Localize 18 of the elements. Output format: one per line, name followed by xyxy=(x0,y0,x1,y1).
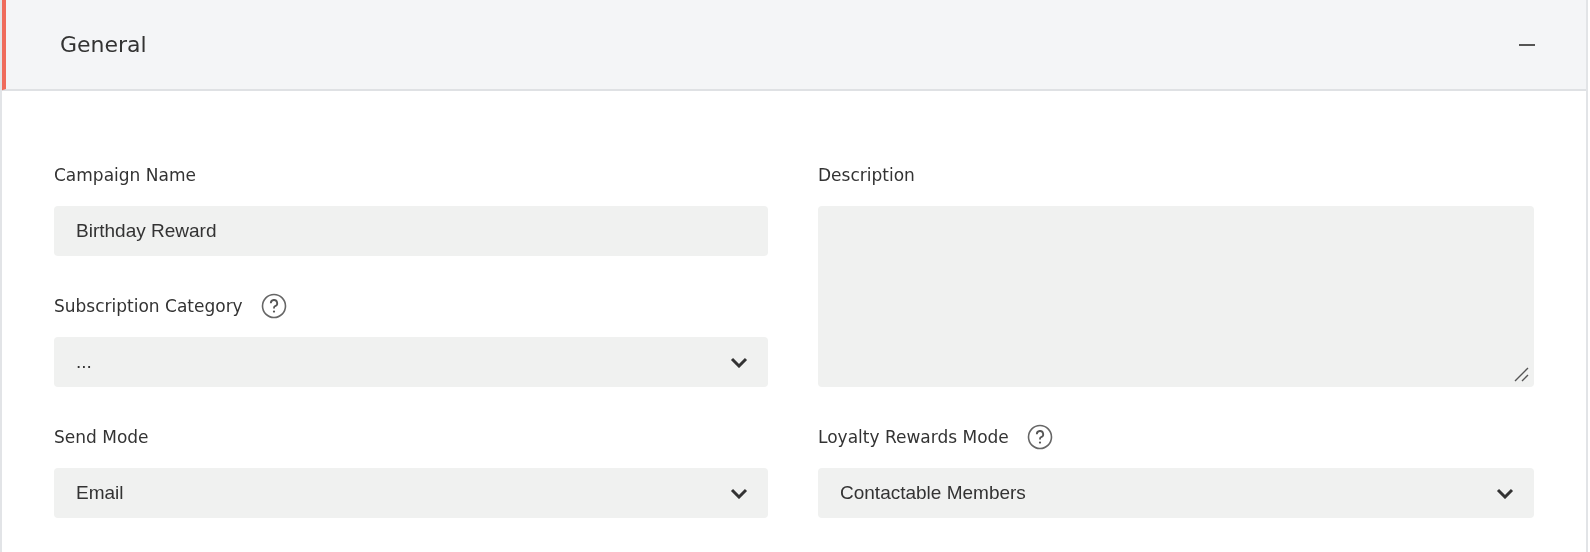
help-icon[interactable] xyxy=(1026,424,1053,450)
select-field[interactable]: Contactable Members xyxy=(818,468,1534,518)
select-field[interactable]: Email xyxy=(54,468,768,518)
section-title: General xyxy=(60,32,147,57)
chevron-down-icon xyxy=(730,487,748,499)
resize-handle-icon[interactable] xyxy=(1514,367,1529,382)
select-field[interactable]: ... xyxy=(54,337,768,387)
field-label: Description xyxy=(818,165,915,185)
field-label: Campaign Name xyxy=(54,165,196,185)
help-icon[interactable] xyxy=(260,293,287,319)
chevron-down-icon xyxy=(730,356,748,368)
field-label: Send Mode xyxy=(54,427,149,447)
text-field[interactable]: Birthday Reward xyxy=(54,206,768,256)
field-label: Loyalty Rewards Mode xyxy=(818,427,1009,447)
collapse-icon[interactable] xyxy=(1519,43,1535,46)
section-header[interactable]: General xyxy=(2,0,1586,91)
field-label: Subscription Category xyxy=(54,296,243,316)
chevron-down-icon xyxy=(1496,487,1514,499)
